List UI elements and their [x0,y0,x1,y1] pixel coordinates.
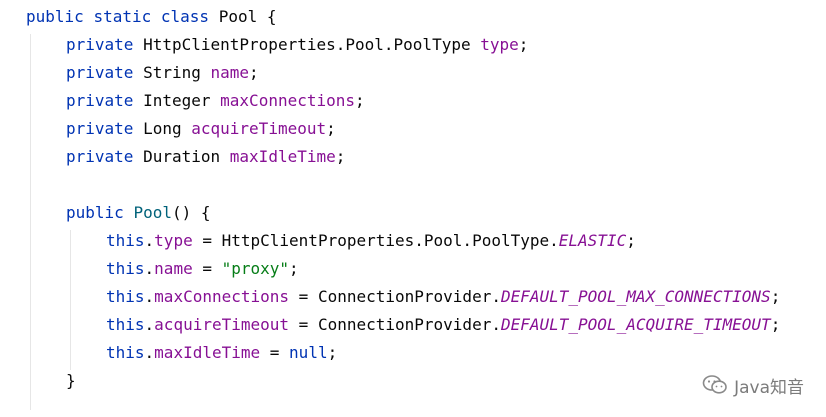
modifier: private [66,119,134,138]
code-line-assignment: this.type = HttpClientProperties.Pool.Po… [106,227,636,255]
field-name: maxIdleTime [229,147,336,166]
dot: . [144,315,155,334]
semicolon: ; [249,63,259,82]
code-line-field: private HttpClientProperties.Pool.PoolTy… [66,31,528,59]
field-type: HttpClientProperties.Pool.PoolType [143,35,471,54]
open-brace: { [266,7,277,26]
this-keyword: this [106,259,145,278]
constructor-name: Pool [133,203,172,222]
this-keyword: this [106,231,145,250]
dot: . [144,287,155,306]
assign-operator: = [192,259,222,278]
this-keyword: this [106,343,145,362]
code-line-assignment: this.name = "proxy"; [106,255,299,283]
field-type: Long [143,119,182,138]
this-keyword: this [106,287,145,306]
code-line-class-declaration: public static class Pool { [26,3,277,31]
keyword-static: static [93,7,152,26]
value-qualifier: ConnectionProvider. [317,287,501,306]
semicolon: ; [626,231,636,250]
field-type: Duration [143,147,221,166]
dot: . [144,343,155,362]
class-name: Pool [218,7,258,26]
field-type: Integer [143,91,211,110]
null-keyword: null [289,343,328,362]
code-line-assignment: this.maxConnections = ConnectionProvider… [106,283,780,311]
code-line-constructor: public Pool() { [66,199,211,227]
field-type: String [143,63,201,82]
code-editor: public static class Pool { private HttpC… [0,0,826,417]
constructor-signature: () { [171,203,211,222]
code-line-close-brace: } [66,367,76,395]
static-constant: DEFAULT_POOL_MAX_CONNECTIONS [500,287,771,306]
watermark: Java知音 [702,373,804,398]
code-line-field: private Duration maxIdleTime; [66,143,345,171]
semicolon: ; [518,35,529,54]
keyword-public: public [26,7,84,26]
close-brace: } [66,371,76,390]
field-name: acquireTimeout [191,119,327,138]
semicolon: ; [770,287,781,306]
code-line-assignment: this.acquireTimeout = ConnectionProvider… [106,311,780,339]
semicolon: ; [355,91,365,110]
semicolon: ; [326,119,336,138]
dot: . [144,231,155,250]
semicolon: ; [289,259,299,278]
value-qualifier: HttpClientProperties.Pool.PoolType. [221,231,559,250]
this-keyword: this [106,315,145,334]
value-qualifier: ConnectionProvider. [317,315,501,334]
static-constant: DEFAULT_POOL_ACQUIRE_TIMEOUT [500,315,771,334]
assigned-field: maxConnections [154,287,290,306]
semicolon: ; [335,147,346,166]
assigned-field: maxIdleTime [154,343,261,362]
wechat-icon [702,375,727,394]
semicolon: ; [327,343,338,362]
assign-operator: = [289,315,318,334]
modifier: private [66,91,134,110]
dot: . [144,259,155,278]
indent-guide [70,230,71,370]
semicolon: ; [770,315,781,334]
assign-operator: = [260,343,290,362]
watermark-text: Java知音 [734,377,804,398]
string-literal: "proxy" [221,259,290,278]
modifier: private [66,147,134,166]
code-line-field: private Integer maxConnections; [66,87,365,115]
field-name: maxConnections [220,91,356,110]
code-line-field: private String name; [66,59,259,87]
modifier: private [66,63,134,82]
assigned-field: name [154,259,193,278]
field-name: name [210,63,250,82]
assign-operator: = [192,231,222,250]
field-name: type [480,35,519,54]
code-line-field: private Long acquireTimeout; [66,115,336,143]
keyword-public: public [66,203,124,222]
modifier: private [66,35,134,54]
assigned-field: type [154,231,193,250]
keyword-class: class [160,7,210,26]
indent-guide [30,34,31,410]
assigned-field: acquireTimeout [154,315,290,334]
code-line-assignment: this.maxIdleTime = null; [106,339,337,367]
static-constant: ELASTIC [558,231,627,250]
assign-operator: = [289,287,318,306]
